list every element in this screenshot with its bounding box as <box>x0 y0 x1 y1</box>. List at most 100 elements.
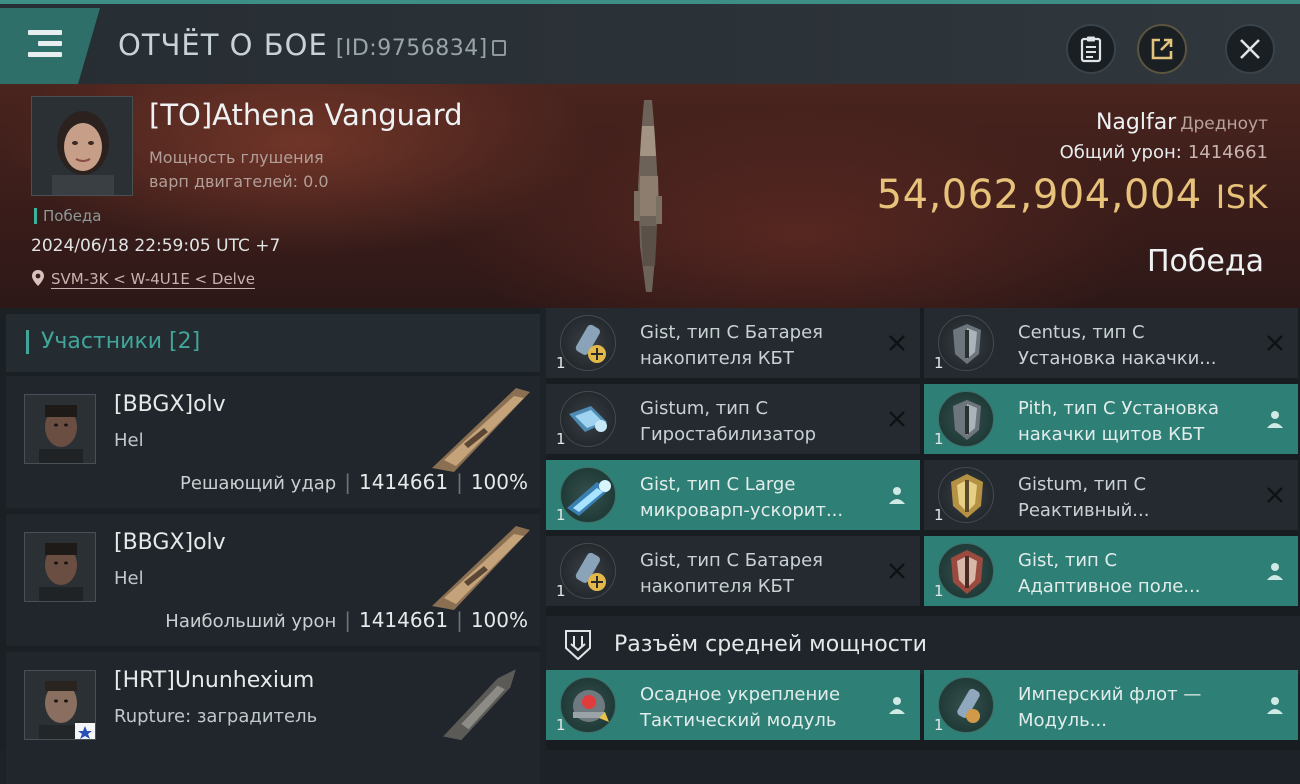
close-button[interactable] <box>1225 24 1275 74</box>
module-name-line2: Гиростабилизатор <box>640 424 817 445</box>
clipboard-button[interactable] <box>1066 24 1116 74</box>
module-name-line2: Тактический модуль <box>640 710 837 731</box>
module-name-line2: Установка накачки... <box>1018 348 1217 369</box>
ship-name-text: Naglfar <box>1095 110 1177 135</box>
kill-location[interactable]: SVM-3K < W-4U1E < Delve <box>31 269 255 289</box>
participant-damage: 1414661 <box>358 470 449 494</box>
module-name-line2: Адаптивное поле... <box>1018 576 1201 597</box>
shield-booster-icon <box>938 391 994 447</box>
avatar <box>24 394 96 464</box>
module-item[interactable]: 1 Gist, тип C Батарея накопителя КБТ <box>546 308 920 378</box>
participant-row[interactable]: [BBGX]olv Hel Наибольший урон | 1414661 | 10… <box>6 514 540 646</box>
module-name: Centus, тип C Установка накачки... <box>1018 320 1216 372</box>
dropped-icon <box>1267 411 1283 428</box>
module-qty: 1 <box>556 582 566 600</box>
module-name: Gistum, тип C Гиростабилизатор <box>640 396 816 448</box>
result-tag: Победа <box>34 208 102 224</box>
mid-slot-icon <box>565 630 591 661</box>
page-title: ОТЧЁТ О БОЕ [ID:9756834] <box>118 28 506 62</box>
destroyed-icon <box>889 335 905 351</box>
share-button[interactable] <box>1137 24 1187 74</box>
ship-image <box>443 669 516 741</box>
copy-icon[interactable] <box>491 40 506 56</box>
participant-stats: Решающий удар | 1414661 | 100% <box>180 470 528 494</box>
navy-module-icon <box>938 677 994 733</box>
module-qty: 1 <box>556 430 566 448</box>
gyrostabilizer-icon <box>560 391 616 447</box>
module-item[interactable]: 1 Имперский флот — Модуль... <box>924 670 1298 740</box>
destroyed-icon <box>889 411 905 427</box>
victim-ship-name[interactable]: Naglfar Дредноут <box>1096 110 1268 135</box>
module-item[interactable]: 1 Gistum, тип C Гиростабилизатор <box>546 384 920 454</box>
module-name: Gist, тип C Адаптивное поле... <box>1018 548 1200 600</box>
fitting-panel: 1 Gist, тип C Батарея накопителя КБТ 1 Ce… <box>546 308 1300 750</box>
dropped-icon <box>889 487 905 504</box>
total-damage-value: 1414661 <box>1187 142 1268 163</box>
module-qty: 1 <box>934 582 944 600</box>
module-item[interactable]: 1 Gistum, тип C Реактивный... <box>924 460 1298 530</box>
module-item[interactable]: 1 Gist, тип C Батарея накопителя КБТ <box>546 536 920 606</box>
module-name-line1: Gistum, тип C <box>1018 474 1147 495</box>
victim-stat: Мощность глушения варп двигателей: 0.0 <box>149 146 329 194</box>
clipboard-icon <box>1080 36 1102 63</box>
module-item[interactable]: 1 Centus, тип C Установка накачки... <box>924 308 1298 378</box>
module-name-line1: Pith, тип C Установка <box>1018 398 1220 419</box>
module-item[interactable]: 1 Gist, тип C Large микроварп-ускорит... <box>546 460 920 530</box>
participant-row[interactable]: [HRT]Ununhexium Rupture: заградитель <box>6 652 540 784</box>
module-name-line1: Gist, тип C Батарея <box>640 322 824 343</box>
module-name: Gist, тип C Батарея накопителя КБТ <box>640 320 823 372</box>
menu-button[interactable] <box>0 8 100 84</box>
reactive-armor-icon <box>938 467 994 523</box>
victim-ship-image <box>634 100 662 292</box>
victim-stat-line2: варп двигателей: 0.0 <box>149 172 329 191</box>
victim-name[interactable]: [TO]Athena Vanguard <box>149 98 463 132</box>
module-name-line1: Centus, тип C <box>1018 322 1145 343</box>
participant-name[interactable]: [BBGX]olv <box>114 392 226 417</box>
module-name: Pith, тип C Установка накачки щитов КБТ <box>1018 396 1219 448</box>
participants-title: Участники [2] <box>26 330 200 354</box>
siege-module-icon <box>560 677 616 733</box>
module-qty: 1 <box>556 716 566 734</box>
menu-icon-bar <box>38 41 62 46</box>
module-qty: 1 <box>556 354 566 372</box>
participant-name[interactable]: [HRT]Ununhexium <box>114 668 314 693</box>
participant-role: Решающий удар <box>180 473 337 494</box>
module-name-line1: Осадное укрепление <box>640 684 841 705</box>
participant-damage: 1414661 <box>358 608 449 632</box>
menu-icon-bar <box>28 52 62 57</box>
isk-amount: 54,062,904,004 <box>876 172 1202 218</box>
module-name-line1: Gist, тип C <box>1018 550 1118 571</box>
dropped-icon <box>1267 563 1283 580</box>
participant-role: Наибольший урон <box>165 611 337 632</box>
destroyed-icon <box>1267 487 1283 503</box>
participants-panel: Участники [2] [BBGX]olv Hel Решающий уда… <box>0 308 540 784</box>
mid-slot-label: Разъём средней мощности <box>614 632 927 657</box>
report-id: [ID:9756834] <box>335 36 488 61</box>
participant-ship: Hel <box>114 568 144 589</box>
module-item[interactable]: 1 Осадное укрепление Тактический модуль <box>546 670 920 740</box>
module-name-line1: Имперский флот — <box>1018 684 1202 705</box>
kill-result: Победа <box>1147 244 1264 279</box>
location-link[interactable]: SVM-3K < W-4U1E < Delve <box>51 270 255 289</box>
participant-name[interactable]: [BBGX]olv <box>114 530 226 555</box>
module-name-line2: накачки щитов КБТ <box>1018 424 1205 445</box>
module-item[interactable]: 1 Pith, тип C Установка накачки щитов КБТ <box>924 384 1298 454</box>
participant-stats: Наибольший урон | 1414661 | 100% <box>165 608 528 632</box>
module-name: Имперский флот — Модуль... <box>1018 682 1201 734</box>
module-qty: 1 <box>934 354 944 372</box>
participant-percent: 100% <box>470 608 528 632</box>
microwarpdrive-icon <box>560 467 616 523</box>
module-name-line1: Gist, тип C Large <box>640 474 796 495</box>
share-icon <box>1151 38 1173 60</box>
location-pin-icon <box>32 270 44 286</box>
module-name-line1: Gist, тип C Батарея <box>640 550 824 571</box>
module-name: Gist, тип C Large микроварп-ускорит... <box>640 472 843 524</box>
participant-row[interactable]: [BBGX]olv Hel Решающий удар | 1414661 | 100% <box>6 376 540 508</box>
menu-icon <box>28 30 62 35</box>
victim-portrait[interactable] <box>31 96 133 196</box>
total-damage: Общий урон: 1414661 <box>1060 142 1268 163</box>
victim-stat-line1: Мощность глушения <box>149 148 324 167</box>
avatar <box>24 670 96 740</box>
module-item[interactable]: 1 Gist, тип C Адаптивное поле... <box>924 536 1298 606</box>
participants-header[interactable]: Участники [2] <box>6 314 540 372</box>
